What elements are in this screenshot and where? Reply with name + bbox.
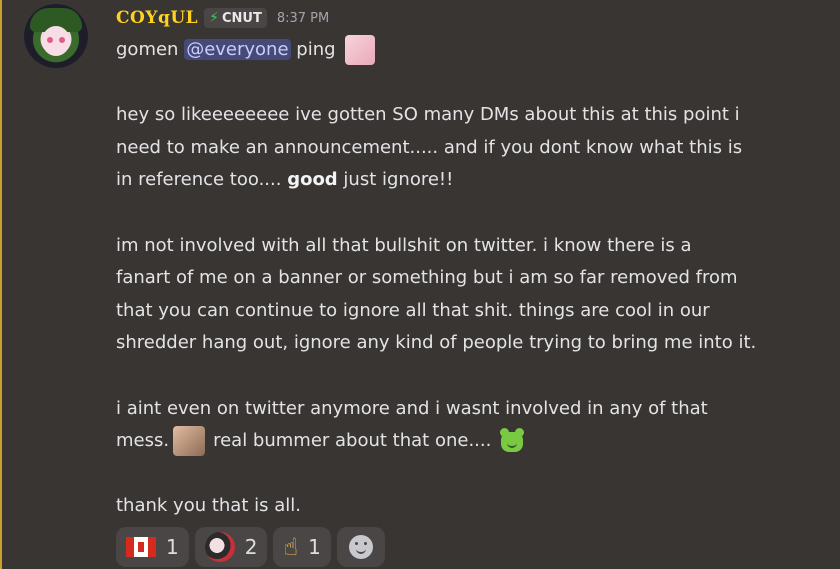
smiley-add-icon <box>348 535 373 559</box>
message-line: need to make an announcement..... and if… <box>116 136 743 158</box>
server-tag-label: CNUT <box>221 10 262 26</box>
avatar[interactable] <box>24 4 88 68</box>
message-line: fanart of me on a banner or something bu… <box>116 267 738 289</box>
server-tag[interactable]: ⚡ CNUT <box>204 8 267 28</box>
message-line: that you can continue to ignore all that… <box>116 299 710 321</box>
text-segment: in reference too.... <box>116 169 288 191</box>
message-content: gomen @everyone ping hey so likeeeeeeee … <box>116 34 826 523</box>
text-segment: gomen <box>116 39 185 60</box>
avatar-eye <box>47 37 53 43</box>
reactions-bar: 1 2 ☝ 1 <box>116 527 385 567</box>
message-line: in reference too.... good just ignore!! <box>116 164 826 197</box>
reaction-count: 1 <box>308 535 321 559</box>
canada-flag-icon <box>126 537 156 557</box>
custom-emoji-icon[interactable] <box>173 426 206 457</box>
text-segment: real bummer about that one.... <box>213 430 492 452</box>
message-line: hey so likeeeeeeee ive gotten SO many DM… <box>116 104 740 126</box>
custom-emoji-icon[interactable] <box>345 35 376 65</box>
message-header: COYqUL ⚡ CNUT 8:37 PM <box>116 6 329 30</box>
message-highlight-bar <box>0 0 2 569</box>
pointing-up-hand-icon: ☝ <box>283 533 299 561</box>
reaction-custom-emoji[interactable]: 2 <box>194 527 268 567</box>
message-line: gomen @everyone ping <box>116 34 826 67</box>
custom-avatar-emoji-icon <box>204 532 235 562</box>
reaction-canada-flag[interactable]: 1 <box>116 527 189 567</box>
add-reaction-button[interactable] <box>336 527 385 567</box>
lightning-bolt-icon: ⚡ <box>209 10 219 26</box>
bold-text: good <box>287 169 338 191</box>
text-segment: just ignore!! <box>337 169 454 191</box>
everyone-mention[interactable]: @everyone <box>184 39 291 60</box>
message-line: i aint even on twitter anymore and i was… <box>116 397 708 419</box>
reaction-count: 1 <box>166 535 179 559</box>
text-segment: ping <box>290 39 336 60</box>
reaction-count: 2 <box>244 535 258 559</box>
timestamp[interactable]: 8:37 PM <box>277 11 329 26</box>
text-segment: mess. <box>116 430 170 452</box>
avatar-eye <box>59 37 65 43</box>
message-line: im not involved with all that bullshit o… <box>116 234 692 256</box>
username[interactable]: COYqUL <box>116 8 198 28</box>
message-line: thank you that is all. <box>116 495 301 517</box>
frog-emoji-icon[interactable] <box>497 426 527 456</box>
message-line: shredder hang out, ignore any kind of pe… <box>116 332 757 354</box>
message-line: mess. real bummer about that one.... <box>116 425 826 458</box>
reaction-pointing-up[interactable]: ☝ 1 <box>273 527 331 567</box>
